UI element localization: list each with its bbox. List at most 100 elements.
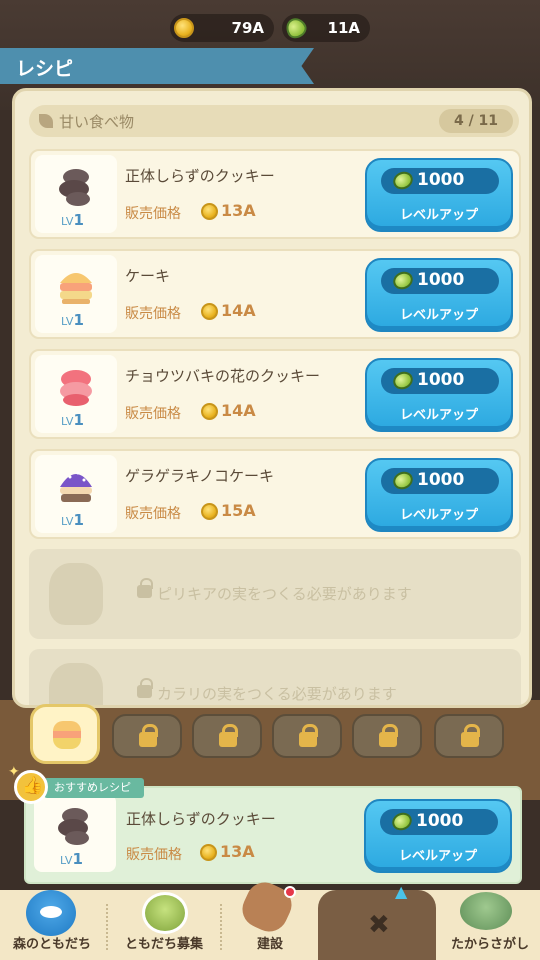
- coin-amount: 79A: [231, 19, 264, 37]
- level-up-label: レベルアップ: [398, 849, 477, 864]
- cost-value: 1000: [416, 811, 464, 831]
- leaf-icon: [390, 468, 416, 493]
- level-up-button[interactable]: 1000 レベルアップ: [365, 158, 513, 232]
- recipe-row: LV1 チョウツバキの花のクッキー 販売価格 14A 1000 レベルアップ: [29, 349, 521, 439]
- treasure-island-icon: [460, 892, 512, 930]
- cake-icon: [60, 273, 92, 304]
- cost-value: 1000: [417, 270, 465, 290]
- price-label: 販売価格: [125, 506, 181, 522]
- page-title: レシピ: [16, 58, 74, 80]
- nav-treasure-hunt[interactable]: たからさがし: [440, 890, 540, 960]
- recipe-name: チョウツバキの花のクッキー: [125, 367, 321, 385]
- recipe-name: 正体しらずのクッキー: [125, 167, 275, 185]
- recipe-row: LV1 ゲラゲラキノコケーキ 販売価格 15A 1000 レベルアップ: [29, 449, 521, 539]
- lock-icon: [461, 724, 480, 747]
- level-up-button[interactable]: 1000 レベルアップ: [365, 358, 513, 432]
- level-up-button[interactable]: 1000 レベルアップ: [365, 458, 513, 532]
- coin-icon: [201, 203, 218, 220]
- leaf-icon: [390, 168, 416, 193]
- leaves-icon: [142, 892, 188, 934]
- tab-locked[interactable]: [272, 714, 342, 758]
- nav-label: たからさがし: [450, 937, 529, 952]
- recipe-name: 正体しらずのクッキー: [126, 810, 276, 828]
- level-badge: LV1: [61, 311, 84, 329]
- leaf-icon: [390, 368, 416, 393]
- nav-build[interactable]: 建設: [228, 876, 312, 960]
- coin-counter: 79A: [170, 14, 274, 42]
- nav-label: ともだち募集: [124, 937, 203, 952]
- price-label: 販売価格: [125, 206, 181, 222]
- leaf-counter: 11A: [282, 14, 370, 42]
- level-up-cost: 1000: [380, 809, 498, 835]
- mushroom-cake-icon: [60, 471, 92, 502]
- recommended-ribbon: おすすめレシピ: [44, 778, 144, 798]
- up-arrow-icon: ▲: [395, 882, 408, 901]
- level-up-label: レベルアップ: [399, 308, 478, 323]
- tab-locked[interactable]: [434, 714, 504, 758]
- level-up-label: レベルアップ: [399, 408, 478, 423]
- close-icon: ✖: [368, 910, 390, 940]
- leaf-icon: [282, 14, 310, 42]
- recipe-panel: 甘い食べ物 4 / 11 LV1 正体しらずのクッキー 販売価格 13A 100…: [12, 88, 532, 708]
- recipe-price: 13A: [221, 201, 256, 220]
- lock-icon: [139, 724, 158, 747]
- flower-cookie-icon: [60, 370, 92, 406]
- leaf-category-icon: [39, 114, 53, 128]
- locked-silhouette: [49, 563, 103, 625]
- recipe-thumbnail: LV1: [35, 355, 117, 433]
- level-up-label: レベルアップ: [399, 208, 478, 223]
- nav-divider: [106, 904, 108, 950]
- cookie-icon: [59, 169, 90, 206]
- recipe-row: LV1 正体しらずのクッキー 販売価格 13A 1000 レベルアップ: [29, 149, 521, 239]
- coin-icon: [201, 403, 218, 420]
- level-up-button[interactable]: 1000 レベルアップ: [364, 799, 512, 873]
- nav-recruit-friends[interactable]: ともだち募集: [110, 890, 218, 960]
- close-button[interactable]: ✖: [318, 890, 436, 960]
- tab-sweets[interactable]: [30, 704, 100, 764]
- recipe-thumbnail: LV1: [34, 794, 116, 872]
- category-label: 甘い食べ物: [59, 113, 135, 131]
- cost-value: 1000: [417, 370, 465, 390]
- nav-forest-friends[interactable]: 森のともだち: [0, 890, 104, 960]
- lock-icon: [137, 578, 153, 598]
- bottom-nav: 森のともだち ともだち募集 建設 たからさがし: [0, 876, 540, 960]
- cost-value: 1000: [417, 470, 465, 490]
- cookie-icon: [58, 808, 89, 845]
- coin-icon: [200, 844, 217, 861]
- level-up-cost: 1000: [381, 468, 499, 494]
- cake-icon: [53, 721, 81, 749]
- notification-dot: [284, 886, 296, 898]
- locked-recipe-row: ピリキアの実をつくる必要があります: [29, 549, 521, 639]
- tab-locked[interactable]: [192, 714, 262, 758]
- category-tabs: [0, 700, 540, 770]
- sparkle-icon: ✦: [8, 764, 20, 780]
- locked-requirement: ピリキアの実をつくる必要があります: [157, 585, 412, 603]
- level-up-label: レベルアップ: [399, 508, 478, 523]
- level-up-button[interactable]: 1000 レベルアップ: [365, 258, 513, 332]
- coin-icon: [201, 303, 218, 320]
- leaf-icon: [389, 809, 415, 834]
- level-up-cost: 1000: [381, 368, 499, 394]
- price-label: 販売価格: [125, 306, 181, 322]
- recipe-row: LV1 ケーキ 販売価格 14A 1000 レベルアップ: [29, 249, 521, 339]
- recipe-name: ゲラゲラキノコケーキ: [125, 467, 274, 485]
- lock-icon: [379, 724, 398, 747]
- recipe-thumbnail: LV1: [35, 255, 117, 333]
- recipe-thumbnail: LV1: [35, 155, 117, 233]
- recipe-price: 14A: [221, 301, 256, 320]
- leaf-icon: [390, 268, 416, 293]
- price-label: 販売価格: [125, 406, 181, 422]
- tab-locked[interactable]: [112, 714, 182, 758]
- seal-icon: [26, 890, 76, 936]
- coin-icon: [174, 18, 194, 38]
- price-label: 販売価格: [126, 847, 182, 863]
- recommended-panel: LV1 正体しらずのクッキー 販売価格 13A 1000 レベルアップ: [24, 786, 522, 884]
- category-header: 甘い食べ物 4 / 11: [29, 105, 519, 137]
- coin-icon: [201, 503, 218, 520]
- nav-label: 森のともだち: [12, 937, 91, 952]
- recipe-price: 15A: [221, 501, 256, 520]
- tab-locked[interactable]: [352, 714, 422, 758]
- nav-label: 建設: [256, 937, 283, 952]
- recipe-name: ケーキ: [125, 267, 171, 285]
- cost-value: 1000: [417, 170, 465, 190]
